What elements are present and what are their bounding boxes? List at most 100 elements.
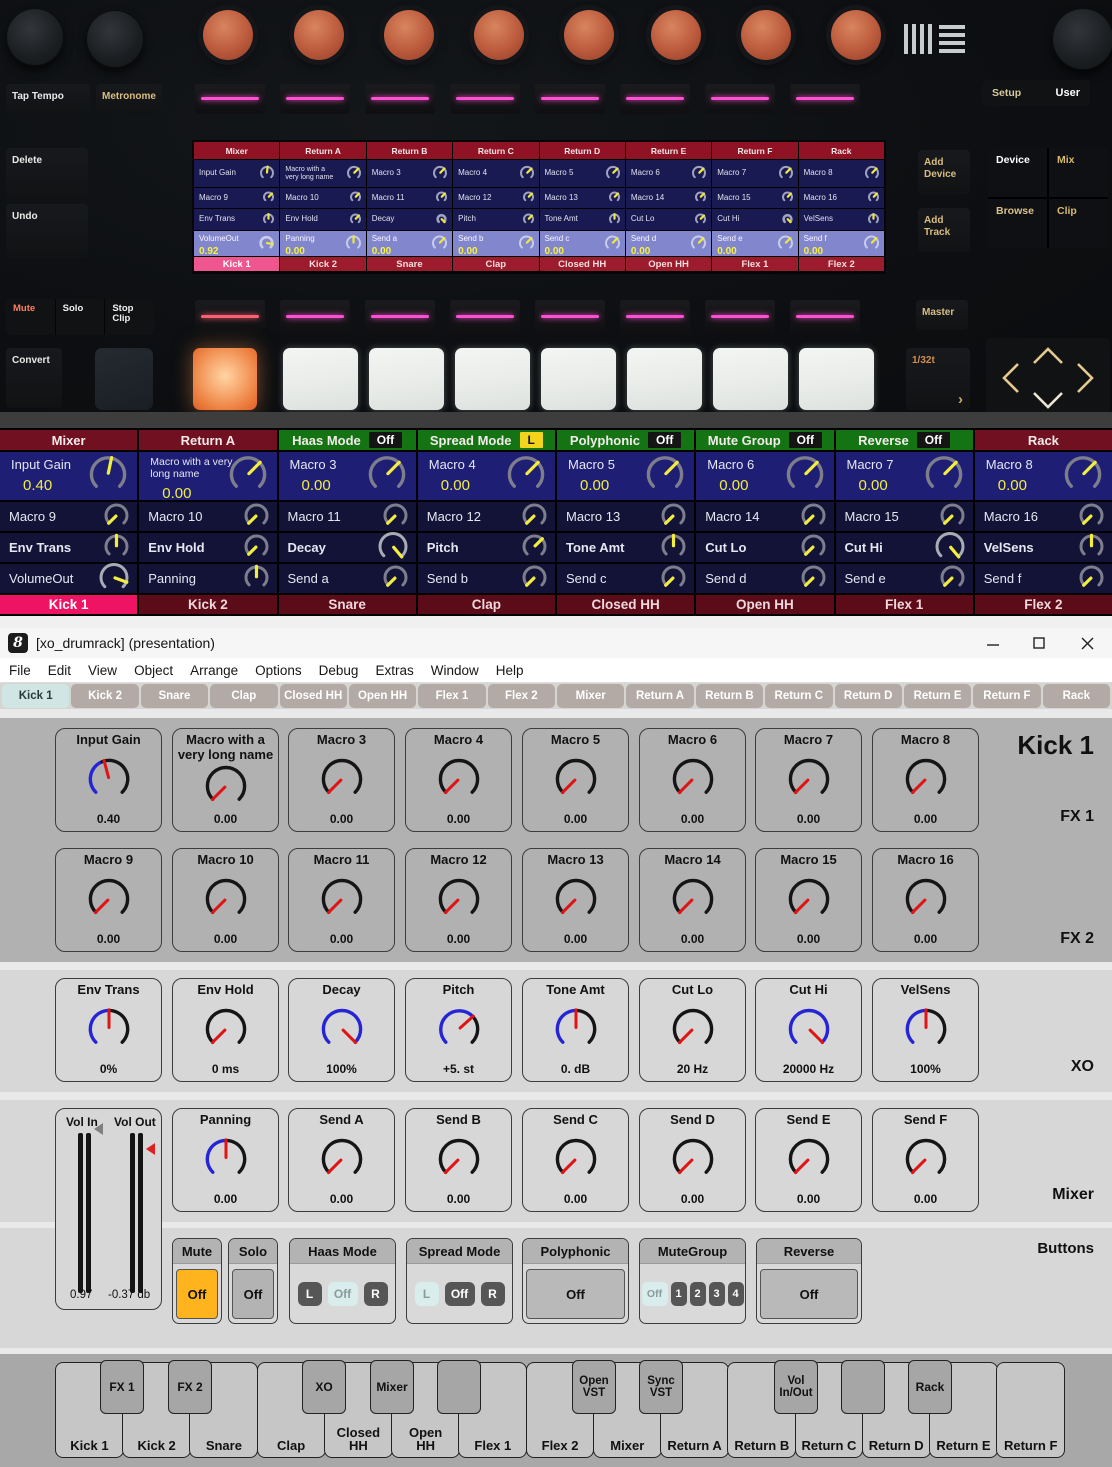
pad-lit[interactable]: [283, 348, 358, 410]
encoder-knob[interactable]: [474, 10, 524, 60]
vol-in-slider-handle[interactable]: [94, 1123, 103, 1135]
delete-button[interactable]: Delete: [6, 148, 88, 202]
option-mutegroup-3[interactable]: 3: [709, 1282, 725, 1306]
knob-dial[interactable]: [319, 1126, 365, 1192]
device-button[interactable]: Device: [988, 148, 1047, 197]
encoder-knob[interactable]: [1052, 8, 1112, 70]
display-top-button[interactable]: [365, 84, 435, 114]
knob-box-tone-amt[interactable]: Tone Amt0. dB: [522, 978, 629, 1082]
arrow-pad[interactable]: [986, 338, 1110, 418]
tab-closed-hh[interactable]: Closed HH: [280, 684, 347, 708]
menu-help[interactable]: Help: [496, 663, 524, 678]
piano-black-key-xo[interactable]: XO: [302, 1360, 346, 1414]
toggle-button-polyphonic[interactable]: Off: [526, 1269, 625, 1319]
knob-dial[interactable]: [903, 866, 949, 932]
option-haas-mode-l[interactable]: L: [298, 1282, 322, 1306]
knob-box-macro-10[interactable]: Macro 100.00: [172, 848, 279, 952]
knob-dial[interactable]: [319, 996, 365, 1062]
stop-clip-button[interactable]: Stop Clip: [105, 299, 154, 335]
knob-box-send-f[interactable]: Send F0.00: [872, 1108, 979, 1212]
display-bottom-button[interactable]: [365, 300, 435, 334]
piano-black-key-blank[interactable]: [841, 1360, 885, 1414]
knob-box-macro-3[interactable]: Macro 30.00: [288, 728, 395, 832]
knob-dial[interactable]: [786, 996, 832, 1062]
knob-box-send-a[interactable]: Send A0.00: [288, 1108, 395, 1212]
option-mutegroup-4[interactable]: 4: [728, 1282, 744, 1306]
tab-return-c[interactable]: Return C: [765, 684, 832, 708]
menu-edit[interactable]: Edit: [48, 663, 71, 678]
encoder-knob[interactable]: [651, 10, 701, 60]
knob-box-env-hold[interactable]: Env Hold0 ms: [172, 978, 279, 1082]
knob-box-macro-9[interactable]: Macro 90.00: [55, 848, 162, 952]
knob-box-macro-4[interactable]: Macro 40.00: [405, 728, 512, 832]
option-haas-mode-r[interactable]: R: [364, 1282, 388, 1306]
note-rate-button[interactable]: 1/32t ›: [906, 348, 970, 410]
knob-box-env-trans[interactable]: Env Trans0%: [55, 978, 162, 1082]
knob-dial[interactable]: [319, 866, 365, 932]
knob-dial[interactable]: [903, 1126, 949, 1192]
menu-extras[interactable]: Extras: [375, 663, 413, 678]
mix-button[interactable]: Mix: [1049, 148, 1108, 197]
display-top-button[interactable]: [195, 84, 265, 114]
display-bottom-button[interactable]: [280, 300, 350, 334]
tab-return-f[interactable]: Return F: [973, 684, 1040, 708]
knob-dial[interactable]: [203, 866, 249, 932]
knob-box-macro-7[interactable]: Macro 70.00: [755, 728, 862, 832]
knob-box-macro-6[interactable]: Macro 60.00: [639, 728, 746, 832]
display-top-button[interactable]: [280, 84, 350, 114]
menu-options[interactable]: Options: [255, 663, 302, 678]
tab-return-b[interactable]: Return B: [696, 684, 763, 708]
knob-dial[interactable]: [436, 866, 482, 932]
display-bottom-button[interactable]: [790, 300, 860, 334]
menu-window[interactable]: Window: [431, 663, 479, 678]
tab-clap[interactable]: Clap: [210, 684, 277, 708]
knob-box-macro-16[interactable]: Macro 160.00: [872, 848, 979, 952]
knob-box-send-c[interactable]: Send C0.00: [522, 1108, 629, 1212]
toggle-button-solo[interactable]: Off: [232, 1269, 274, 1319]
option-spread-mode-l[interactable]: L: [415, 1282, 439, 1306]
menu-view[interactable]: View: [88, 663, 117, 678]
option-spread-mode-off[interactable]: Off: [445, 1282, 475, 1306]
display-top-button[interactable]: [790, 84, 860, 114]
pad-lit[interactable]: [455, 348, 530, 410]
piano-key-return-f[interactable]: Return F: [996, 1362, 1065, 1458]
piano-black-key-open-vst[interactable]: Open VST: [572, 1360, 616, 1414]
knob-dial[interactable]: [786, 1126, 832, 1192]
tab-snare[interactable]: Snare: [141, 684, 208, 708]
knob-dial[interactable]: [670, 996, 716, 1062]
knob-box-send-d[interactable]: Send D0.00: [639, 1108, 746, 1212]
knob-box-macro-12[interactable]: Macro 120.00: [405, 848, 512, 952]
menu-file[interactable]: File: [9, 663, 31, 678]
encoder-knob[interactable]: [203, 10, 253, 60]
tab-kick-1[interactable]: Kick 1: [2, 684, 69, 708]
pad-lit[interactable]: [799, 348, 874, 410]
knob-box-cut-lo[interactable]: Cut Lo20 Hz: [639, 978, 746, 1082]
browse-button[interactable]: Browse: [988, 199, 1047, 248]
pad-lit[interactable]: [713, 348, 788, 410]
knob-dial[interactable]: [203, 996, 249, 1062]
option-spread-mode-r[interactable]: R: [481, 1282, 505, 1306]
encoder-knob[interactable]: [741, 10, 791, 60]
convert-button[interactable]: Convert: [6, 348, 62, 408]
knob-box-macro-15[interactable]: Macro 150.00: [755, 848, 862, 952]
piano-black-key-vol-in-out[interactable]: Vol In/Out: [774, 1360, 818, 1414]
tab-rack[interactable]: Rack: [1043, 684, 1110, 708]
display-bottom-button[interactable]: [535, 300, 605, 334]
knob-box-pitch[interactable]: Pitch+5. st: [405, 978, 512, 1082]
knob-box-macro-13[interactable]: Macro 130.00: [522, 848, 629, 952]
knob-box-decay[interactable]: Decay100%: [288, 978, 395, 1082]
encoder-knob[interactable]: [564, 10, 614, 60]
mute-button[interactable]: Mute: [6, 299, 56, 335]
display-bottom-button[interactable]: [450, 300, 520, 334]
encoder-knob[interactable]: [86, 10, 144, 68]
toggle-button-mute[interactable]: Off: [176, 1269, 218, 1319]
piano-black-key-mixer[interactable]: Mixer: [370, 1360, 414, 1414]
knob-dial[interactable]: [553, 996, 599, 1062]
knob-box-send-e[interactable]: Send E0.00: [755, 1108, 862, 1212]
encoder-knob[interactable]: [384, 10, 434, 60]
add-track-button[interactable]: Add Track: [918, 208, 970, 252]
vol-out-slider-handle[interactable]: [146, 1143, 155, 1155]
display-top-button[interactable]: [535, 84, 605, 114]
master-button[interactable]: Master: [916, 300, 968, 330]
knob-box-macro-with-a-very-long-name[interactable]: Macro with a very long name0.00: [172, 728, 279, 832]
